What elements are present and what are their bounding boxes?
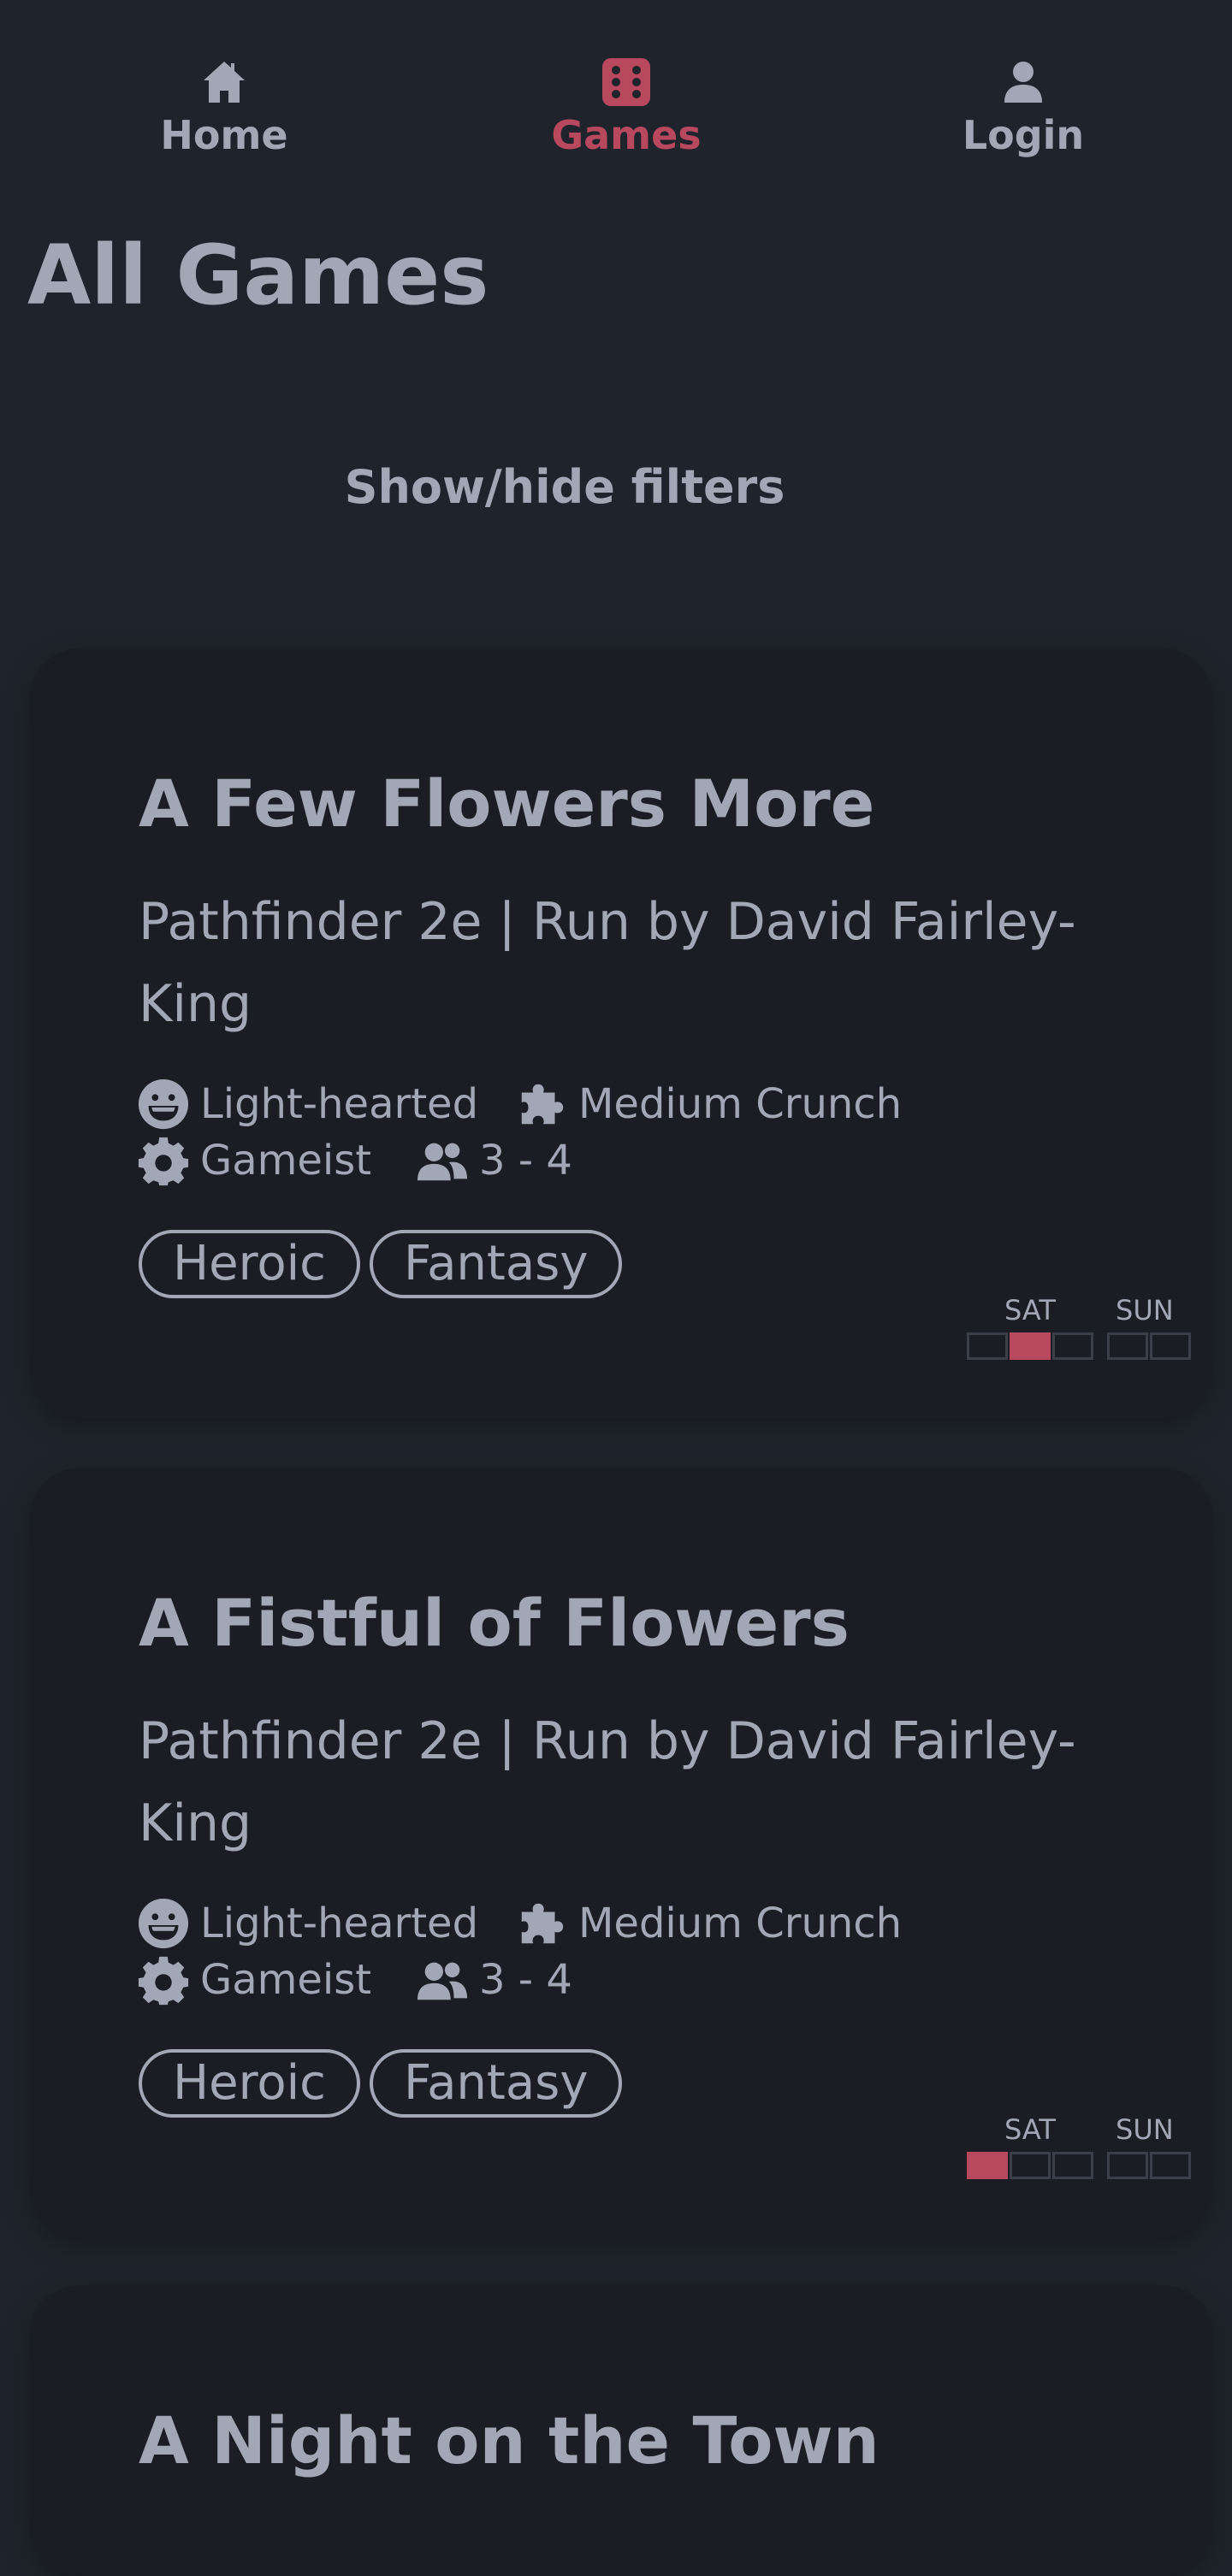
game-title[interactable]: A Few Flowers More — [139, 761, 874, 847]
gear-icon — [138, 1137, 189, 1186]
crunch-label: Medium Crunch — [578, 1900, 903, 1947]
users-icon — [417, 1962, 468, 2000]
puzzle-icon — [521, 1903, 564, 1944]
tone-label: Light-hearted — [200, 1900, 479, 1947]
nav-home[interactable]: Home — [121, 55, 327, 159]
tag-fantasy: Fantasy — [370, 2049, 623, 2118]
dice-icon — [602, 58, 650, 106]
schedule-slot — [1150, 2152, 1191, 2179]
schedule-grid: SAT SUN — [936, 1293, 1193, 1370]
game-card[interactable]: A Few Flowers More Pathfinder 2e | Run b… — [29, 648, 1213, 1418]
schedule-slot — [1010, 2152, 1051, 2179]
tone-info: Light-hearted — [137, 1897, 478, 1950]
schedule-slot — [1107, 1332, 1148, 1360]
nav-games-label: Games — [551, 112, 702, 158]
schedule-slot — [967, 2152, 1008, 2179]
day-label-sat: SAT — [1004, 1294, 1056, 1326]
sat-slots — [967, 2152, 1095, 2179]
users-icon — [417, 1143, 468, 1181]
players-label: 3 - 4 — [479, 1956, 572, 2004]
gear-icon — [138, 1956, 189, 2006]
sat-slots — [967, 1332, 1095, 1360]
laugh-icon — [138, 1078, 189, 1130]
players-info: 3 - 4 — [416, 1134, 572, 1187]
style-info: Gameist — [137, 1953, 371, 2006]
game-title[interactable]: A Night on the Town — [139, 2398, 880, 2484]
tag-heroic: Heroic — [139, 1230, 360, 1298]
tone-label: Light-hearted — [200, 1080, 479, 1128]
schedule-slot — [1107, 2152, 1148, 2179]
home-icon — [204, 62, 245, 103]
day-label-sat: SAT — [1004, 2113, 1056, 2146]
laugh-icon — [138, 1898, 189, 1949]
nav-games[interactable]: Games — [524, 55, 729, 159]
game-card[interactable]: A Fistful of Flowers Pathfinder 2e | Run… — [29, 1468, 1213, 2237]
style-label: Gameist — [200, 1137, 372, 1185]
schedule-slot — [1052, 1332, 1093, 1360]
tag-heroic: Heroic — [139, 2049, 360, 2118]
style-label: Gameist — [200, 1956, 372, 2004]
nav-login-label: Login — [962, 112, 1085, 158]
game-title[interactable]: A Fistful of Flowers — [139, 1580, 850, 1666]
show-hide-filters-button[interactable]: Show/hide filters — [325, 453, 804, 522]
players-label: 3 - 4 — [479, 1137, 572, 1185]
sun-slots — [1107, 2152, 1193, 2179]
game-card[interactable]: A Night on the Town — [29, 2285, 1213, 2576]
tag-fantasy: Fantasy — [370, 1230, 623, 1298]
game-subtitle: Pathfinder 2e | Run by David Fairley-Kin… — [139, 1711, 1076, 1853]
game-subtitle: Pathfinder 2e | Run by David Fairley-Kin… — [139, 892, 1076, 1034]
crunch-info: Medium Crunch — [515, 1078, 902, 1131]
crunch-label: Medium Crunch — [578, 1080, 903, 1128]
schedule-grid: SAT SUN — [936, 2112, 1193, 2189]
schedule-slot — [1150, 1332, 1191, 1360]
user-icon — [1004, 62, 1042, 103]
top-nav: Home Games Login — [0, 0, 1232, 171]
nav-home-label: Home — [160, 112, 288, 158]
crunch-info: Medium Crunch — [515, 1897, 902, 1950]
nav-login[interactable]: Login — [921, 55, 1126, 159]
schedule-slot — [1052, 2152, 1093, 2179]
tone-info: Light-hearted — [137, 1078, 478, 1131]
sun-slots — [1107, 1332, 1193, 1360]
schedule-slot — [967, 1332, 1008, 1360]
players-info: 3 - 4 — [416, 1953, 572, 2006]
day-label-sun: SUN — [1116, 1294, 1174, 1326]
puzzle-icon — [521, 1084, 564, 1125]
page-title: All Games — [27, 227, 489, 323]
schedule-slot — [1010, 1332, 1051, 1360]
day-label-sun: SUN — [1116, 2113, 1174, 2146]
style-info: Gameist — [137, 1134, 371, 1187]
